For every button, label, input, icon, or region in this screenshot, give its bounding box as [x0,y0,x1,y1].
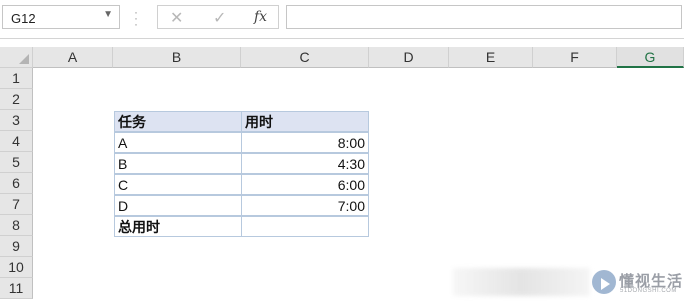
cell-c4[interactable]: 8:00 [241,132,369,153]
insert-function-button[interactable]: fx [254,9,267,25]
cell-c5[interactable]: 4:30 [241,153,369,174]
column-header-e[interactable]: E [449,47,533,68]
watermark-logo: 懂视生活 51DONGSHI.COM [592,268,684,298]
row-header-3[interactable]: 3 [0,110,33,131]
column-header-c[interactable]: C [241,47,369,68]
row-header-1[interactable]: 1 [0,68,33,89]
column-header-f[interactable]: F [533,47,617,68]
name-box-value: G12 [11,11,36,26]
formula-buttons: ✕ ✓ fx [157,5,279,29]
watermark-blur [453,268,590,296]
cell-b7[interactable]: D [114,195,242,216]
cell-b4[interactable]: A [114,132,242,153]
play-logo-icon [592,270,616,294]
row-header-6[interactable]: 6 [0,173,33,194]
row-header-5[interactable]: 5 [0,152,33,173]
cell-c3[interactable]: 用时 [241,111,369,132]
formula-bar: G12 ▼ · · · ✕ ✓ fx [0,0,684,39]
cell-b6[interactable]: C [114,174,242,195]
cell-b8[interactable]: 总用时 [114,216,242,237]
row-header-9[interactable]: 9 [0,236,33,257]
cancel-icon[interactable]: ✕ [170,8,183,28]
watermark-subtitle: 51DONGSHI.COM [620,288,677,294]
cell-b3[interactable]: 任务 [114,111,242,132]
formula-input[interactable] [286,5,682,29]
cell-b5[interactable]: B [114,153,242,174]
name-box[interactable]: G12 ▼ [2,5,120,29]
row-header-7[interactable]: 7 [0,194,33,215]
formula-bar-grip-icon: · · · [134,5,138,31]
enter-icon[interactable]: ✓ [213,8,226,28]
column-header-g[interactable]: G [617,47,684,68]
select-all-button[interactable] [0,47,33,68]
column-header-b[interactable]: B [113,47,241,68]
name-box-dropdown-icon[interactable]: ▼ [103,9,113,20]
row-header-2[interactable]: 2 [0,89,33,110]
cell-c8[interactable] [241,216,369,237]
cell-c6[interactable]: 6:00 [241,174,369,195]
row-header-10[interactable]: 10 [0,257,33,278]
row-header-8[interactable]: 8 [0,215,33,236]
row-header-4[interactable]: 4 [0,131,33,152]
cell-c7[interactable]: 7:00 [241,195,369,216]
column-header-a[interactable]: A [33,47,113,68]
column-header-d[interactable]: D [369,47,449,68]
row-header-11[interactable]: 11 [0,278,33,299]
select-all-icon [19,54,29,64]
